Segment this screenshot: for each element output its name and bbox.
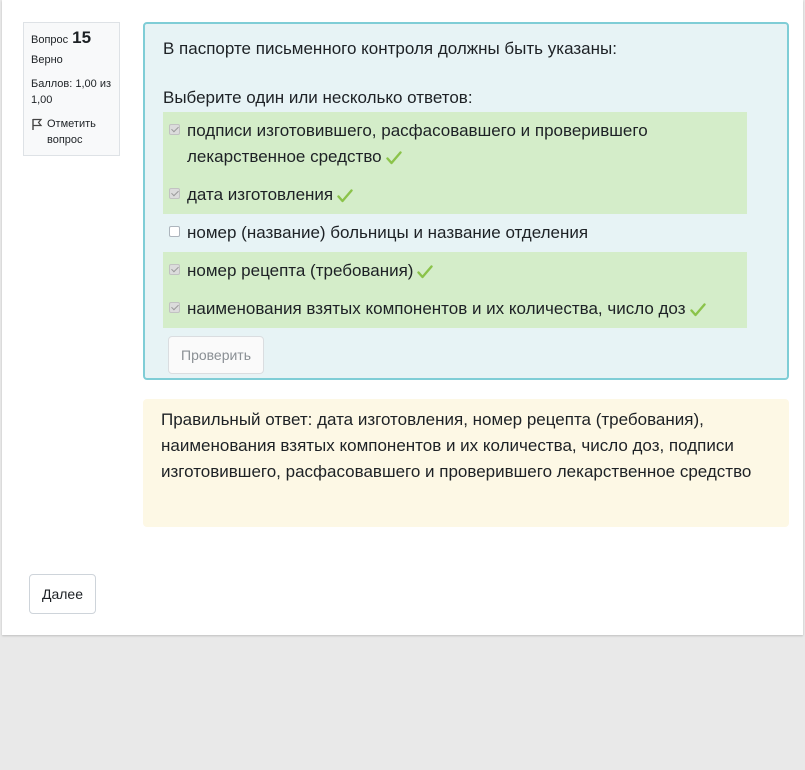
answer-text: наименования взятых компонентов и их кол… — [187, 299, 686, 318]
page-region: Вопрос 15 Верно Баллов: 1,00 из 1,00 Отм… — [2, 0, 803, 635]
answer-label: наименования взятых компонентов и их кол… — [187, 296, 706, 322]
answer-label: номер рецепта (требования) — [187, 258, 434, 284]
checkmark-icon — [689, 302, 706, 316]
answer-prompt: Выберите один или несколько ответов: — [163, 88, 473, 107]
answer-checkbox[interactable] — [169, 302, 180, 313]
question-number: 15 — [72, 28, 92, 47]
answer-option: дата изготовления — [163, 176, 747, 214]
correct-answer-feedback: Правильный ответ: дата изготовления, ном… — [143, 399, 789, 527]
answer-checkbox[interactable] — [169, 264, 180, 275]
answer-label: дата изготовления — [187, 182, 353, 208]
flag-question-label: Отметить вопрос — [47, 118, 96, 146]
question-label: Вопрос — [31, 34, 69, 46]
answer-option: номер (название) больницы и название отд… — [163, 214, 747, 252]
answer-option: наименования взятых компонентов и их кол… — [163, 290, 747, 328]
answer-option: номер рецепта (требования) — [163, 252, 747, 290]
answer-list: подписи изготовившего, расфасовавшего и … — [163, 112, 769, 328]
answer-checkbox[interactable] — [169, 124, 180, 135]
question-state: Верно — [31, 54, 63, 66]
checkmark-icon — [337, 188, 353, 202]
answer-label: номер (название) больницы и название отд… — [187, 220, 588, 246]
answer-option: подписи изготовившего, расфасовавшего и … — [163, 112, 747, 176]
question-text: В паспорте письменного контроля должны б… — [163, 39, 617, 58]
question-formulation: В паспорте письменного контроля должны б… — [143, 22, 789, 380]
flag-question-link[interactable]: Отметить вопрос — [31, 116, 112, 148]
checkmark-icon — [385, 150, 402, 164]
question-number-row: Вопрос 15 — [31, 28, 112, 48]
answer-text: номер (название) больницы и название отд… — [187, 223, 589, 242]
question-grade: Баллов: 1,00 из 1,00 — [31, 78, 112, 106]
answer-checkbox[interactable] — [169, 188, 180, 199]
flag-icon — [32, 118, 43, 130]
answer-text: номер рецепта (требования) — [187, 261, 414, 280]
checkmark-icon — [417, 264, 434, 278]
answer-text: дата изготовления — [187, 185, 334, 204]
answer-label: подписи изготовившего, расфасовавшего и … — [187, 118, 743, 170]
next-button[interactable]: Далее — [29, 574, 96, 614]
answer-checkbox[interactable] — [169, 226, 180, 237]
check-button[interactable]: Проверить — [168, 336, 265, 374]
question-info: Вопрос 15 Верно Баллов: 1,00 из 1,00 Отм… — [23, 22, 120, 156]
answer-text: подписи изготовившего, расфасовавшего и … — [187, 121, 648, 166]
